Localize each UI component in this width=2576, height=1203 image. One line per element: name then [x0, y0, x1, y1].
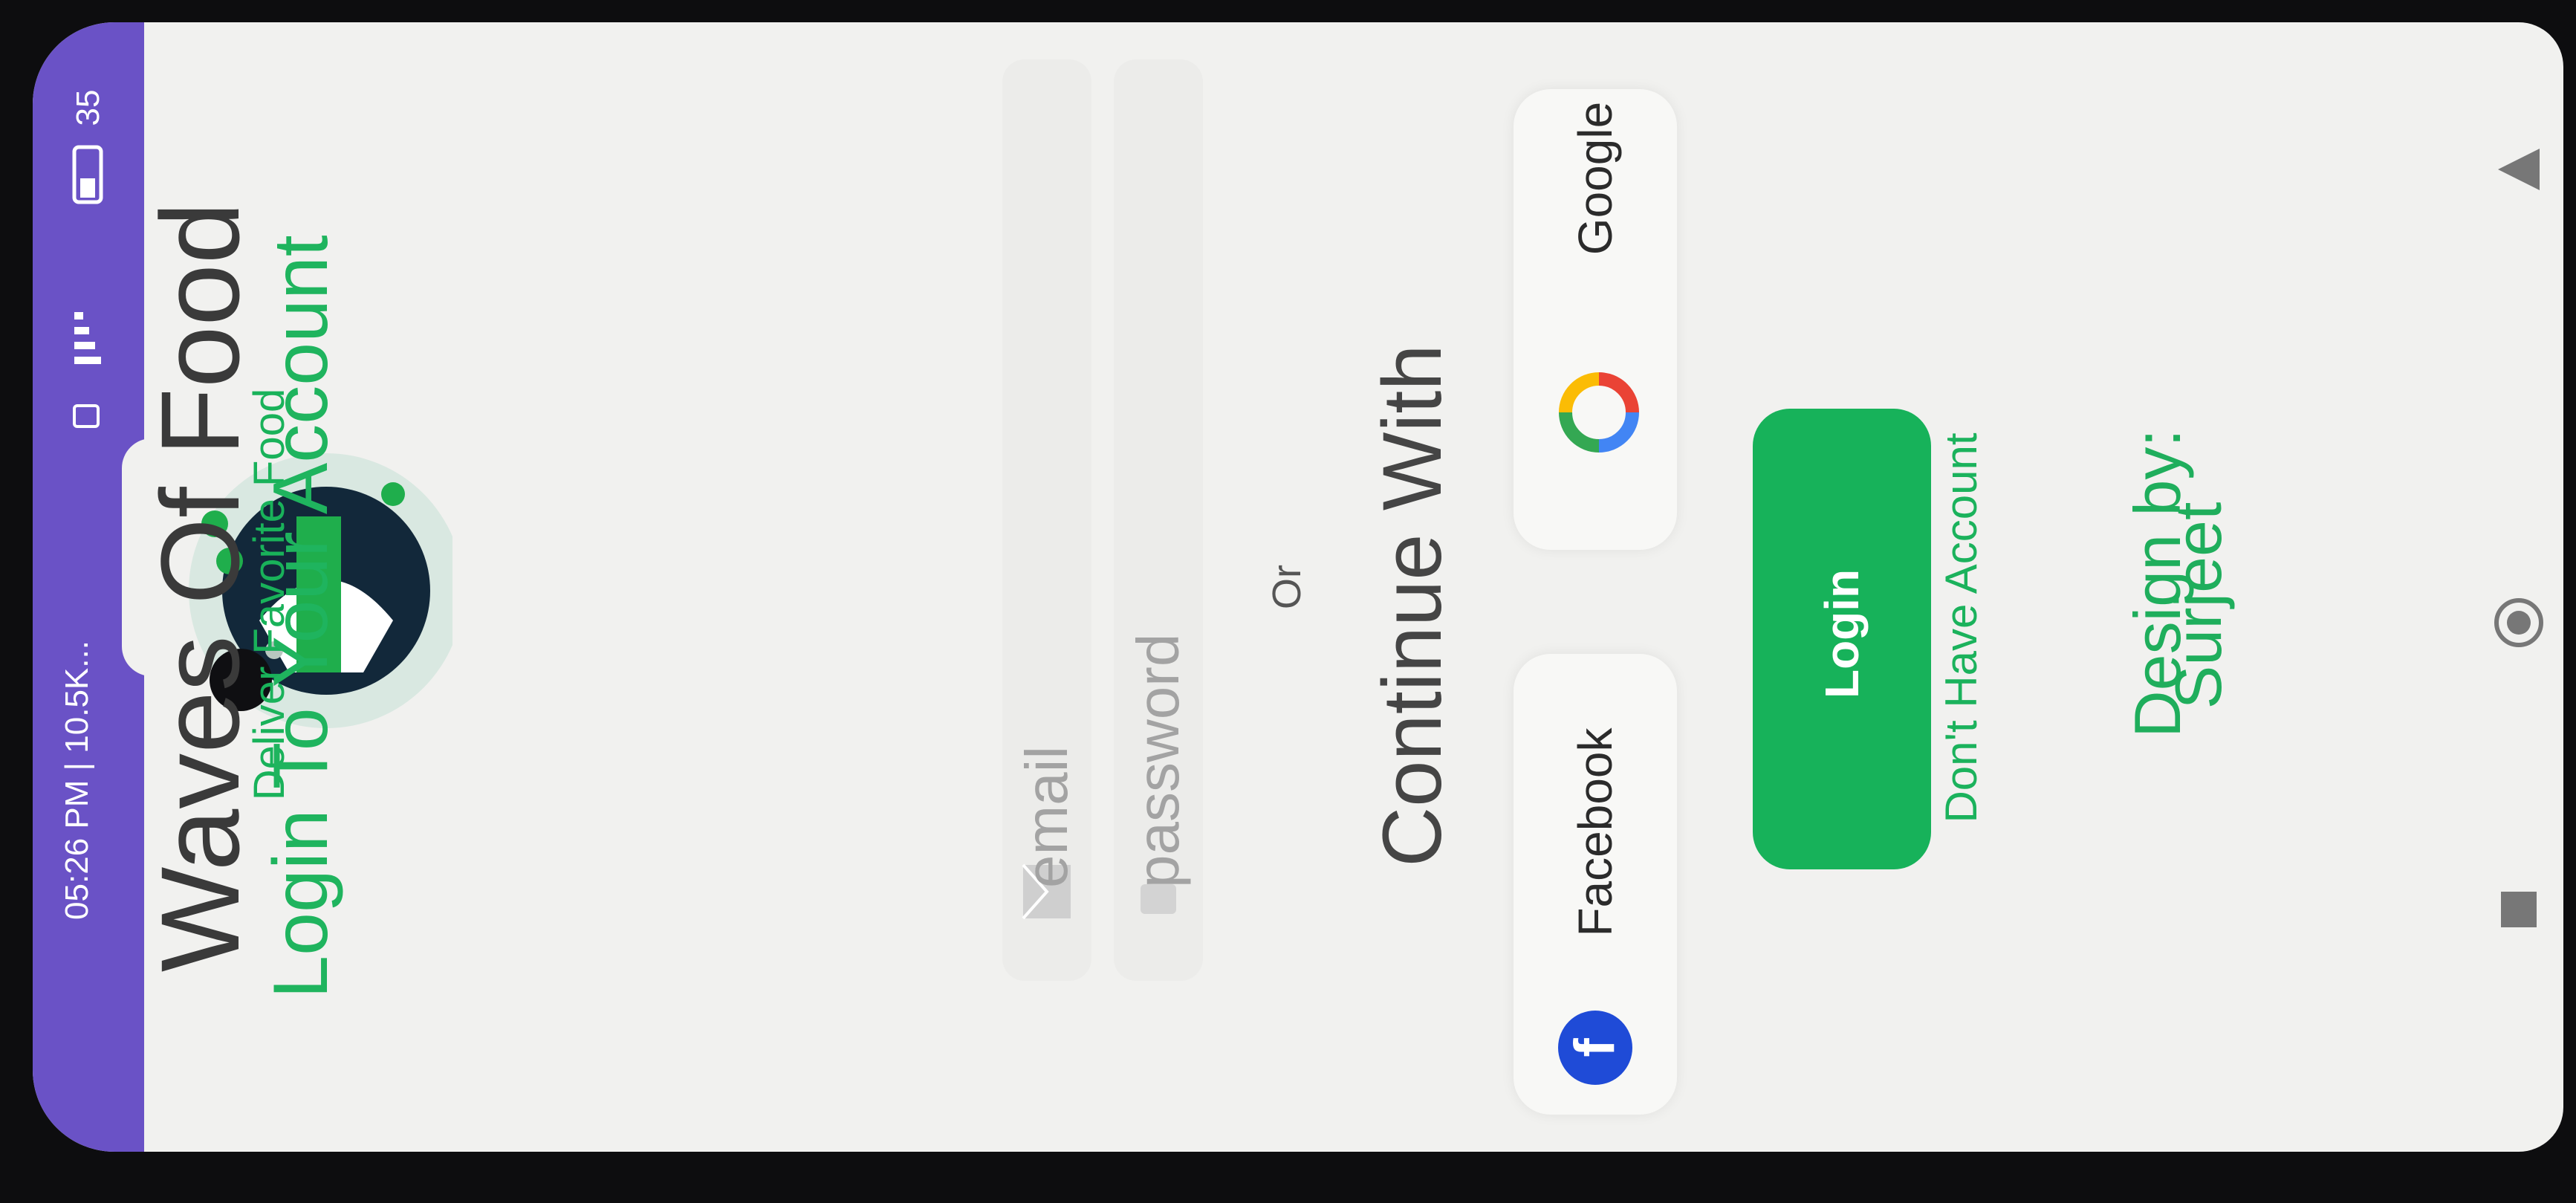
status-time: 05:26 PM | 10.5K... [59, 641, 95, 920]
email-placeholder: email [1013, 745, 1080, 888]
navigation-bar [2477, 22, 2563, 1152]
google-label: Google [1568, 101, 1622, 256]
battery-percent: 35 [70, 89, 106, 126]
facebook-button[interactable]: f Facebook [1514, 654, 1677, 1115]
login-headline: Login To Your Account [258, 235, 344, 999]
facebook-label: Facebook [1568, 727, 1622, 937]
password-field[interactable]: password [1114, 59, 1203, 981]
credit-line-2: Surjeet [2161, 502, 2235, 710]
notification-icon [73, 404, 100, 428]
battery-icon [72, 145, 103, 204]
facebook-icon: f [1558, 1011, 1632, 1085]
signup-link[interactable]: Don't Have Account [1936, 390, 1988, 866]
password-placeholder: password [1125, 633, 1191, 888]
google-button[interactable]: Google [1514, 89, 1677, 550]
back-icon[interactable] [2491, 141, 2547, 198]
login-button[interactable]: Login [1753, 409, 1931, 869]
continue-with-label: Continue With [1366, 344, 1459, 867]
app-title: Waves Of Food [137, 201, 262, 973]
signal-icon [74, 312, 101, 364]
phone-screen: 05:26 PM | 10.5K... 35 Waves Of Food Del… [33, 22, 2563, 1152]
email-field[interactable]: email [1002, 59, 1091, 981]
home-icon[interactable] [2491, 594, 2547, 651]
recents-icon[interactable] [2494, 884, 2544, 935]
or-divider: Or [1265, 565, 1309, 609]
login-button-label: Login [1815, 568, 1869, 698]
google-icon [1559, 372, 1639, 453]
